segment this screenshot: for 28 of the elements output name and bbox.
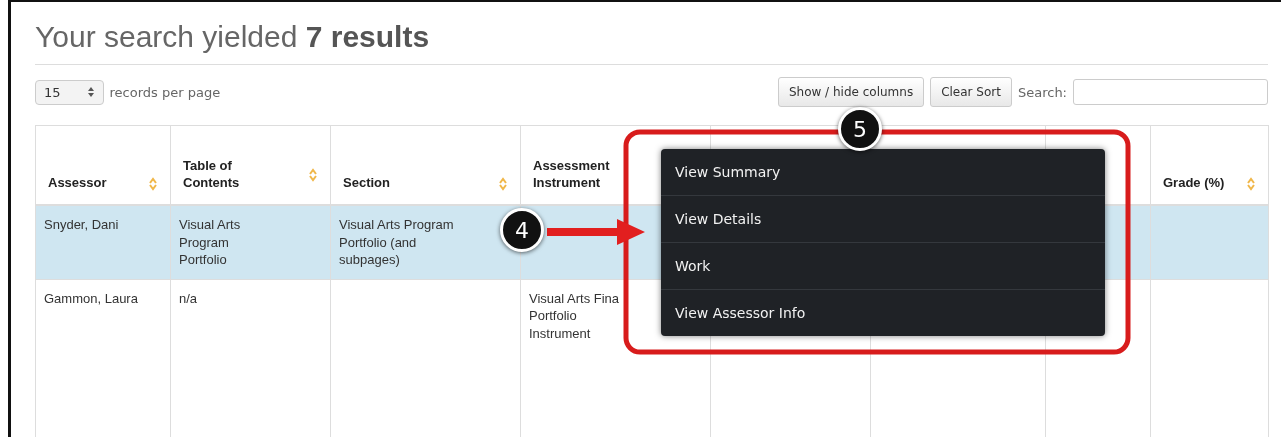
results-heading: Your search yielded 7 results — [35, 20, 1268, 65]
search-label: Search: — [1017, 84, 1067, 100]
table-cell: Gammon, Laura — [44, 289, 138, 308]
menu-item[interactable]: View Summary — [661, 149, 1105, 196]
sort-icon[interactable] — [308, 168, 318, 183]
arrow-icon — [547, 217, 647, 247]
toolbar-button[interactable]: Clear Sort — [930, 77, 1012, 107]
page-size-select[interactable]: 15 — [35, 79, 104, 105]
sort-icon[interactable] — [148, 176, 158, 191]
menu-item[interactable]: View Assessor Info — [661, 290, 1105, 336]
column-header[interactable]: Assessor — [48, 175, 107, 192]
table-cell-text: Visual Arts Program Portfolio — [179, 216, 242, 269]
search-field[interactable] — [1073, 79, 1268, 105]
column-header[interactable]: Assessment Instrument — [533, 158, 633, 192]
toolbar-button[interactable]: Show / hide columns — [777, 77, 925, 107]
sort-icon[interactable] — [1246, 176, 1256, 191]
step-marker: 5 — [838, 107, 882, 151]
table-cell: Visual Arts Fina Portfolio Instrument — [529, 289, 621, 343]
page-size-label: records per page — [109, 84, 221, 100]
menu-item[interactable]: View Details — [661, 196, 1105, 243]
table-cell: Snyder, Dani — [44, 216, 119, 234]
column-header[interactable]: Section — [343, 175, 390, 192]
table-cell-text: Visual Arts Program Portfolio (and subpages) — [339, 216, 455, 269]
sort-icon[interactable] — [498, 176, 508, 191]
table-cell: n/a — [179, 289, 198, 308]
menu-item[interactable]: Work — [661, 243, 1105, 290]
column-header[interactable]: Grade (%) — [1163, 175, 1225, 192]
up-down-icon — [86, 86, 95, 98]
